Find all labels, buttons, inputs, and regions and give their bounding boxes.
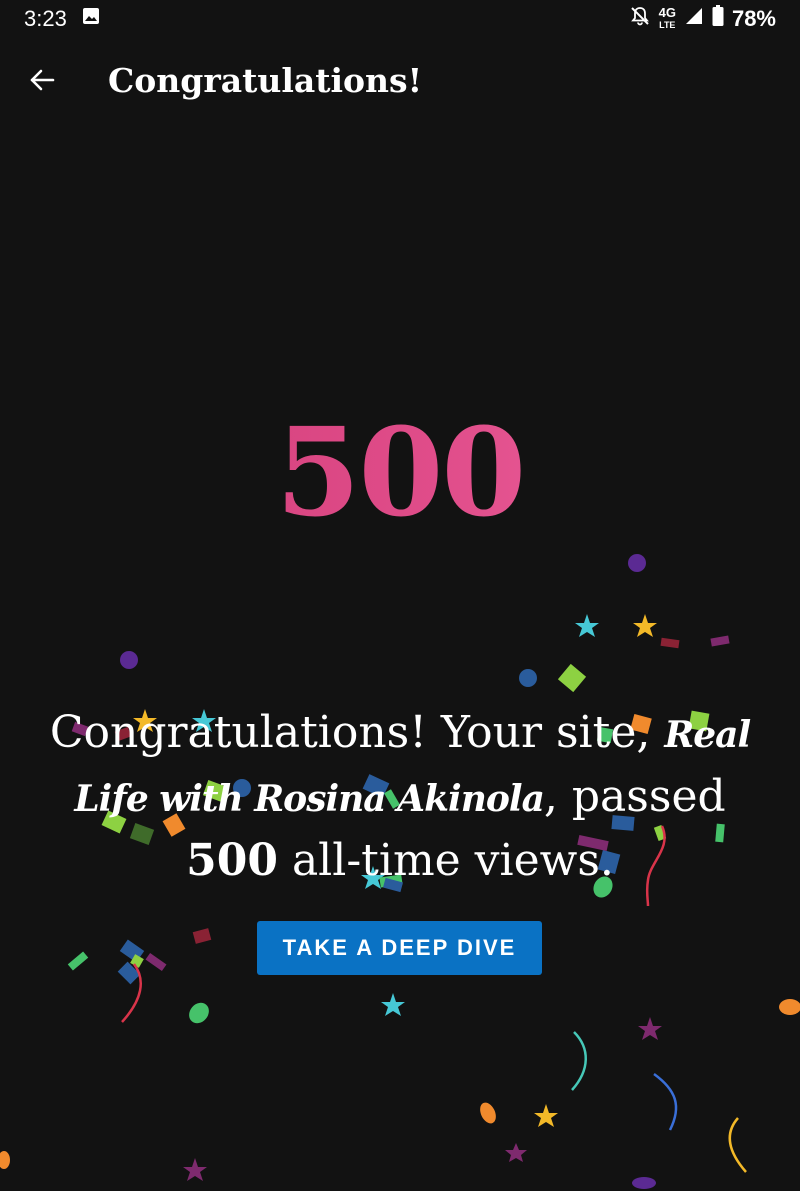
image-icon (81, 6, 101, 32)
milestone-number: 500 (0, 400, 800, 544)
battery-icon (712, 5, 724, 33)
take-a-deep-dive-button[interactable]: TAKE A DEEP DIVE (257, 921, 542, 975)
message-prefix: Congratulations! Your site, (49, 707, 665, 758)
screen: 3:23 4G LTE 78% Congratulations! 500 Con… (0, 0, 800, 1191)
message-middle: , passed (543, 771, 726, 822)
status-bar-right: 4G LTE 78% (629, 5, 776, 33)
status-time: 3:23 (24, 6, 67, 31)
network-subtype: LTE (659, 20, 676, 30)
message-suffix: all-time views. (277, 835, 614, 886)
mute-icon (629, 5, 651, 33)
view-count: 500 (186, 835, 278, 886)
network-type: 4G (658, 5, 676, 20)
back-button[interactable] (22, 60, 62, 100)
network-indicator: 4G LTE (658, 5, 676, 31)
page-title: Congratulations! (108, 60, 423, 100)
arrow-back-icon (30, 69, 55, 91)
congrats-message: Congratulations! Your site, Real Life wi… (30, 702, 770, 892)
status-bar: 3:23 4G LTE 78% (0, 0, 800, 38)
status-bar-left: 3:23 (24, 6, 101, 32)
confetti-decoration (0, 554, 800, 1189)
battery-percent: 78% (731, 6, 776, 31)
app-bar: Congratulations! (0, 44, 800, 116)
signal-icon (684, 6, 704, 32)
